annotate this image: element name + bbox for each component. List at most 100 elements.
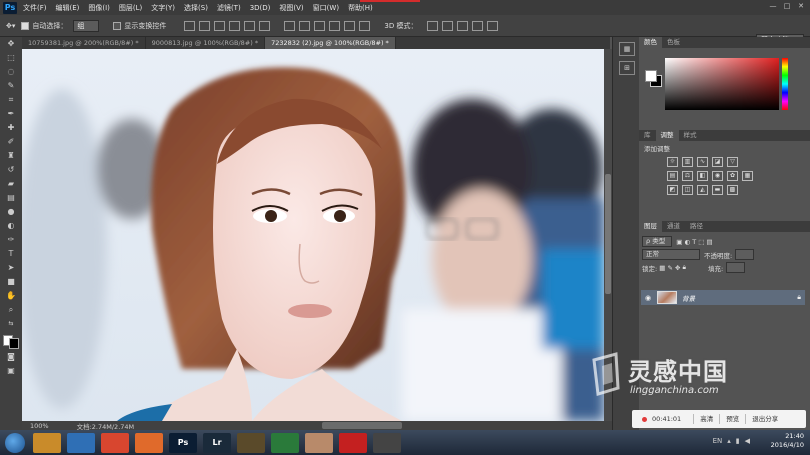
- menu-image[interactable]: 图像(I): [88, 3, 110, 13]
- taskbar-app-8-icon[interactable]: [271, 432, 299, 453]
- align-bottom-icon[interactable]: [214, 20, 226, 31]
- layer-row-background[interactable]: ◉ 背景 🔒︎: [641, 290, 805, 305]
- lock-all-icon[interactable]: 🔒︎: [680, 263, 686, 272]
- align-top-icon[interactable]: [184, 20, 196, 31]
- eye-icon[interactable]: ◉: [645, 294, 651, 302]
- menu-type[interactable]: 文字(Y): [151, 3, 175, 13]
- auto-select-dropdown[interactable]: 组: [73, 19, 100, 32]
- auto-select-checkbox[interactable]: 自动选择：: [21, 21, 67, 31]
- taskbar-app-7-icon[interactable]: [237, 432, 265, 453]
- move-tool-icon[interactable]: ✥: [3, 38, 19, 49]
- invert-icon[interactable]: ◩: [667, 185, 678, 195]
- opacity-input[interactable]: [735, 249, 755, 260]
- distribute-right-icon[interactable]: [359, 20, 371, 31]
- type-tool-icon[interactable]: T: [3, 248, 19, 259]
- show-transform-checkbox[interactable]: 显示变换控件: [113, 21, 166, 31]
- lasso-tool-icon[interactable]: ◌: [3, 66, 19, 77]
- distribute-top-icon[interactable]: [284, 20, 296, 31]
- taskbar-app-3-icon[interactable]: [101, 432, 129, 453]
- eraser-tool-icon[interactable]: ▰: [3, 178, 19, 189]
- close-button[interactable]: ✕: [796, 1, 806, 11]
- levels-icon[interactable]: ▥: [682, 157, 693, 167]
- healing-brush-tool-icon[interactable]: ✚: [3, 122, 19, 133]
- curves-icon[interactable]: ∿: [697, 157, 708, 167]
- selective-color-icon[interactable]: ▩: [727, 185, 738, 195]
- volume-icon[interactable]: ◀: [745, 437, 750, 445]
- taskbar-app-11-icon[interactable]: [373, 432, 401, 453]
- color-swatch-icon[interactable]: [645, 70, 662, 87]
- canvas-horizontal-scrollbar[interactable]: [322, 422, 402, 429]
- distribute-bottom-icon[interactable]: [314, 20, 326, 31]
- taskbar-app-10-icon[interactable]: [339, 432, 367, 453]
- filter-type-icon[interactable]: T: [692, 238, 696, 246]
- blend-mode-dropdown[interactable]: 正常: [642, 249, 700, 260]
- menu-help[interactable]: 帮助(H): [348, 3, 373, 13]
- threshold-icon[interactable]: ◭: [697, 185, 708, 195]
- screen-mode-icon[interactable]: ▣: [3, 365, 19, 376]
- menu-file[interactable]: 文件(F): [23, 3, 47, 13]
- clock[interactable]: 21:40 2016/4/10: [771, 432, 804, 450]
- 3d-roll-icon[interactable]: [442, 20, 454, 31]
- 3d-scale-icon[interactable]: [487, 20, 499, 31]
- align-middle-icon[interactable]: [199, 20, 211, 31]
- menu-layer[interactable]: 图层(L): [119, 3, 142, 13]
- filter-smart-object-icon[interactable]: ▤: [706, 238, 712, 246]
- zoom-level[interactable]: 100%: [30, 422, 49, 430]
- tab-document-3[interactable]: 7232832 (2).jpg @ 100%(RGB/8#) *: [265, 37, 396, 49]
- taskbar-app-9-icon[interactable]: [305, 432, 333, 453]
- pen-tool-icon[interactable]: ✑: [3, 234, 19, 245]
- distribute-left-icon[interactable]: [329, 20, 341, 31]
- align-left-icon[interactable]: [229, 20, 241, 31]
- preview-button[interactable]: 预览: [719, 414, 745, 424]
- gradient-tool-icon[interactable]: ▤: [3, 192, 19, 203]
- minimize-button[interactable]: —: [768, 1, 778, 11]
- tab-paths[interactable]: 路径: [685, 221, 708, 232]
- language-indicator[interactable]: EN: [713, 437, 723, 445]
- fill-input[interactable]: [726, 262, 746, 273]
- history-panel-icon[interactable]: ▦: [619, 42, 635, 56]
- tab-color[interactable]: 颜色: [639, 37, 662, 48]
- scrollbar-thumb[interactable]: [605, 174, 611, 294]
- distribute-middle-icon[interactable]: [299, 20, 311, 31]
- menu-select[interactable]: 选择(S): [184, 3, 208, 13]
- zoom-tool-icon[interactable]: ⌕: [3, 304, 19, 315]
- vibrance-icon[interactable]: ▽: [727, 157, 738, 167]
- tab-document-1[interactable]: 10759381.jpg @ 200%(RGB/8#) *: [22, 37, 146, 49]
- lock-position-icon[interactable]: ✥: [673, 264, 680, 272]
- channel-mixer-icon[interactable]: ✿: [727, 171, 738, 181]
- brush-tool-icon[interactable]: ✐: [3, 136, 19, 147]
- menu-view[interactable]: 视图(V): [279, 3, 303, 13]
- hd-button[interactable]: 高清: [693, 414, 719, 424]
- menu-window[interactable]: 窗口(W): [313, 3, 339, 13]
- blur-tool-icon[interactable]: ●: [3, 206, 19, 217]
- tab-document-2[interactable]: 9000813.jpg @ 100%(RGB/8#) *: [146, 37, 266, 49]
- 3d-drag-icon[interactable]: [457, 20, 469, 31]
- lock-image-icon[interactable]: ✎: [665, 264, 672, 272]
- eyedropper-tool-icon[interactable]: ✒: [3, 108, 19, 119]
- taskbar-app-4-icon[interactable]: [135, 432, 163, 453]
- tab-layers[interactable]: 图层: [639, 221, 662, 232]
- marquee-tool-icon[interactable]: ⬚: [3, 52, 19, 63]
- start-button[interactable]: [5, 432, 25, 453]
- taskbar-app-6-icon[interactable]: Lr: [203, 432, 231, 453]
- color-picker-field[interactable]: [665, 58, 779, 110]
- black-white-icon[interactable]: ◧: [697, 171, 708, 181]
- 3d-rotate-icon[interactable]: [427, 20, 439, 31]
- gradient-map-icon[interactable]: ▬: [712, 185, 723, 195]
- path-select-tool-icon[interactable]: ➤: [3, 262, 19, 273]
- hue-saturation-icon[interactable]: ▤: [667, 171, 678, 181]
- tray-expand-icon[interactable]: ▴: [727, 437, 731, 445]
- distribute-center-icon[interactable]: [344, 20, 356, 31]
- crop-tool-icon[interactable]: ⌗: [3, 94, 19, 105]
- foreground-background-color-icon[interactable]: [3, 332, 19, 349]
- menu-filter[interactable]: 滤镜(T): [217, 3, 241, 13]
- move-tool-preset-icon[interactable]: ✥▾: [6, 22, 15, 30]
- posterize-icon[interactable]: ◫: [682, 185, 693, 195]
- align-center-icon[interactable]: [244, 20, 256, 31]
- document-canvas[interactable]: [22, 49, 604, 421]
- tab-libraries[interactable]: 库: [639, 130, 656, 141]
- layer-filter-dropdown[interactable]: ρ 类型: [642, 236, 673, 247]
- lock-transparent-icon[interactable]: ▦: [657, 264, 665, 272]
- color-lookup-icon[interactable]: ▦: [742, 171, 753, 181]
- taskbar-app-2-icon[interactable]: [67, 432, 95, 453]
